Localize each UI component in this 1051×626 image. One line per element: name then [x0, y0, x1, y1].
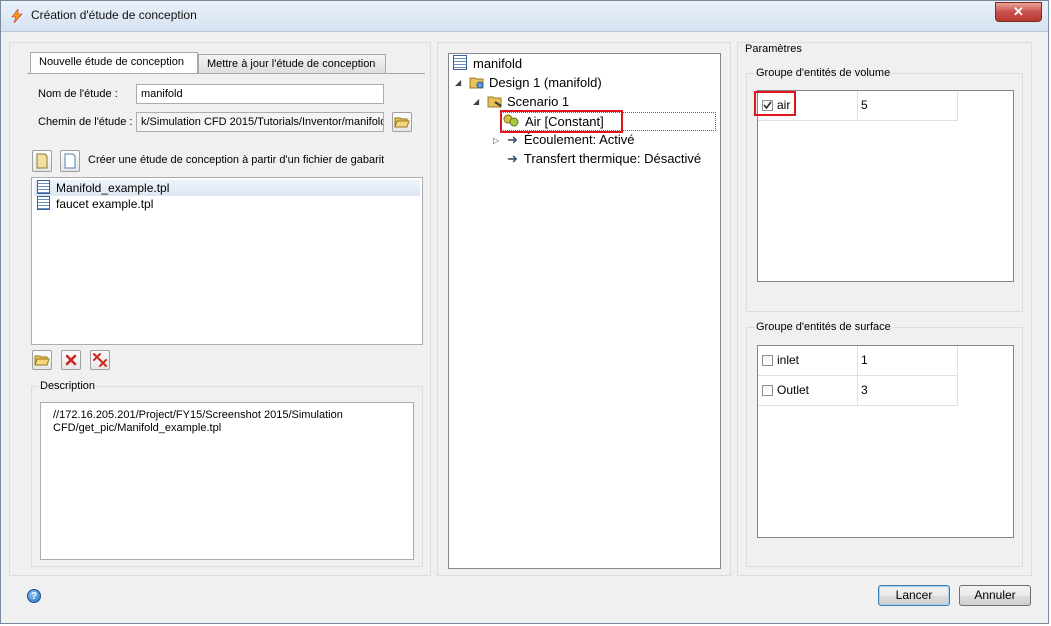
delete-all-templates-button[interactable] [90, 350, 110, 370]
arrow-right-icon: ➜ [507, 132, 518, 147]
right-panel: Paramètres Groupe d'entités de volume ai… [737, 42, 1032, 576]
list-item[interactable]: faucet example.tpl [34, 196, 420, 212]
tab-separator [27, 73, 425, 74]
template-document-icon [64, 153, 76, 169]
launch-button[interactable]: Lancer [878, 585, 950, 606]
study-name-input[interactable]: manifold [136, 84, 384, 104]
checkbox-inlet[interactable] [762, 355, 773, 366]
tree-node-flow[interactable]: ➜ Écoulement: Activé [505, 131, 634, 149]
collapse-arrow-icon[interactable]: ◢ [473, 97, 479, 106]
template-hint-label: Créer une étude de conception à partir d… [88, 154, 385, 166]
volume-group-title: Groupe d'entités de volume [754, 67, 893, 79]
new-blank-button[interactable] [32, 150, 52, 172]
design-folder-icon [469, 77, 484, 89]
project-icon [453, 55, 467, 70]
list-item[interactable]: Manifold_example.tpl [34, 180, 420, 196]
description-group: Description //172.16.205.201/Project/FY1… [31, 380, 423, 567]
window-title: Création d'étude de conception [31, 8, 197, 22]
title-bar: Création d'étude de conception ✕ [1, 1, 1048, 32]
arrow-right-icon: ➜ [507, 151, 518, 166]
surface-value[interactable]: 3 [858, 376, 958, 406]
expand-arrow-icon[interactable]: ▷ [493, 136, 499, 145]
volume-grid[interactable]: air 5 [757, 90, 1014, 282]
delete-x-icon [65, 354, 77, 366]
params-title: Paramètres [743, 43, 804, 55]
description-title: Description [38, 380, 98, 392]
template-file-icon [37, 180, 50, 194]
table-row[interactable]: inlet [758, 346, 858, 376]
open-template-button[interactable] [32, 350, 52, 370]
tab-new-study[interactable]: Nouvelle étude de conception [30, 52, 198, 74]
volume-value[interactable]: 5 [858, 91, 958, 121]
study-path-input[interactable]: k/Simulation CFD 2015/Tutorials/Inventor… [136, 112, 384, 132]
open-folder-icon [34, 355, 50, 366]
close-button[interactable]: ✕ [995, 2, 1042, 22]
study-name-label: Nom de l'étude : [38, 88, 118, 100]
left-panel: Nouvelle étude de conception Mettre à jo… [9, 42, 431, 576]
study-path-label: Chemin de l'étude : [38, 116, 133, 128]
description-text[interactable]: //172.16.205.201/Project/FY15/Screenshot… [40, 402, 414, 560]
tab-update-study[interactable]: Mettre à jour l'étude de conception [198, 54, 386, 74]
delete-multiple-icon [93, 353, 107, 367]
surface-value[interactable]: 1 [858, 346, 958, 376]
surface-grid[interactable]: inlet 1 Outlet 3 [757, 345, 1014, 538]
new-from-template-button[interactable] [60, 150, 80, 172]
dialog-window: Création d'étude de conception ✕ Nouvell… [0, 0, 1049, 624]
middle-panel: manifold ◢ Design 1 (manifold) ◢ Scenari… [437, 42, 731, 576]
blank-document-icon [36, 153, 48, 169]
tree-node-design[interactable]: Design 1 (manifold) [469, 74, 602, 92]
surface-name: Outlet [777, 383, 810, 397]
surface-group: Groupe d'entités de surface inlet 1 Outl… [746, 321, 1023, 567]
surface-name: inlet [777, 353, 800, 367]
tree-node-heat[interactable]: ➜ Transfert thermique: Désactivé [505, 150, 701, 168]
table-row[interactable]: Outlet [758, 376, 858, 406]
template-file-icon [37, 196, 50, 210]
browse-folder-button[interactable] [392, 112, 412, 132]
surface-group-title: Groupe d'entités de surface [754, 321, 893, 333]
collapse-arrow-icon[interactable]: ◢ [455, 78, 461, 87]
cancel-button[interactable]: Annuler [959, 585, 1031, 606]
scenario-folder-icon [487, 96, 502, 108]
delete-template-button[interactable] [61, 350, 81, 370]
open-folder-icon [394, 117, 410, 128]
highlight-box-air [754, 91, 796, 116]
tree-node-scenario[interactable]: Scenario 1 [487, 93, 569, 111]
help-icon[interactable]: ? [27, 589, 41, 603]
tree-root[interactable]: manifold [453, 55, 522, 73]
checkbox-outlet[interactable] [762, 385, 773, 396]
app-logo-icon [11, 9, 23, 23]
highlight-box-material [500, 110, 623, 133]
template-listbox[interactable]: Manifold_example.tpl faucet example.tpl [31, 177, 423, 345]
